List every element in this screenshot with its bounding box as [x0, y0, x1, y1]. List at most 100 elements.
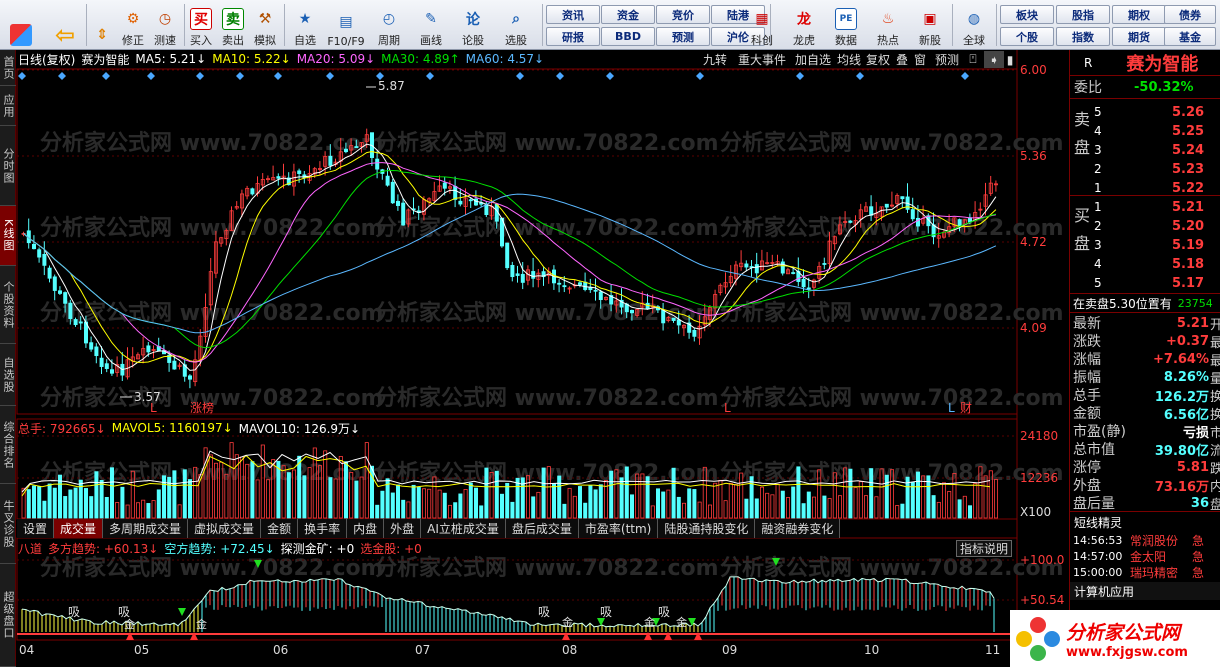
event-diamond-icon: [326, 72, 334, 80]
volume-bar: [754, 498, 759, 519]
forecast-chart-button[interactable]: 预测: [932, 51, 962, 68]
kline-chart-canvas[interactable]: 分析家公式网 www.70822.com 分析家公式网 www.70822.com…: [0, 0, 1220, 667]
buy-level-row[interactable]: 3 5.19: [1070, 235, 1220, 255]
subtab-turnover[interactable]: 换手率: [298, 519, 348, 538]
overlay-button[interactable]: 叠: [894, 51, 910, 68]
watermark-text: 分析家公式网 www.70822.com: [375, 300, 719, 326]
candle-body: [42, 253, 47, 266]
sell-level-row[interactable]: 3 5.24: [1070, 140, 1220, 160]
stat-extra: 流: [1210, 443, 1220, 459]
quote-stock-name: 赛为智能: [1126, 54, 1199, 75]
volume-bar: [411, 484, 416, 519]
stat-label: 总市值: [1073, 442, 1115, 458]
volume-bar: [624, 466, 629, 519]
stat-value: 8.26%: [1163, 369, 1209, 385]
weibi-row: 委比 -50.32%: [1070, 77, 1220, 97]
volume-bar: [463, 489, 468, 519]
watermark-text: 分析家公式网 www.70822.com: [375, 460, 719, 486]
candle-body: [754, 264, 759, 274]
buy-level-row[interactable]: 5 5.17: [1070, 273, 1220, 293]
subtab-multi-period-volume[interactable]: 多周期成交量: [103, 519, 189, 538]
vol-axis-label-1: 24180: [1020, 429, 1058, 443]
vol-axis-unit: X100: [1020, 505, 1051, 519]
candle-body: [692, 329, 697, 337]
subtab-outer[interactable]: 外盘: [384, 519, 422, 538]
volume-bar: [786, 497, 791, 519]
subtab-settings[interactable]: 设置: [17, 519, 55, 538]
sell-level-row[interactable]: 4 5.25: [1070, 121, 1220, 141]
volume-bar: [650, 505, 655, 519]
subtab-volume[interactable]: 成交量: [54, 519, 104, 538]
candle-body: [661, 309, 666, 324]
subtab-inner[interactable]: 内盘: [347, 519, 385, 538]
ind-label-9: 吸: [658, 605, 670, 619]
stat-row: 市盈(静) 亏损市: [1070, 422, 1220, 441]
marker-zhangbang: 涨榜: [190, 400, 214, 415]
sell-level-price: 5.23: [1172, 161, 1205, 177]
side-panel-toggle-icon[interactable]: ▮: [1004, 51, 1016, 68]
stat-label: 最新: [1073, 316, 1101, 332]
volume-bar: [453, 502, 458, 519]
volume-bar: [94, 471, 99, 519]
jiuzhuan-button[interactable]: 九转: [700, 51, 730, 68]
calc-title[interactable]: 计算机应用: [1070, 582, 1220, 600]
short-term-title[interactable]: 短线精灵: [1070, 513, 1220, 531]
stat-label: 市盈(静): [1073, 424, 1126, 440]
volume-bar: [692, 489, 697, 519]
ma10-line: [23, 150, 997, 363]
major-events-button[interactable]: 重大事件: [734, 51, 790, 68]
short-term-item[interactable]: 15:00:00 瑞玛精密急: [1070, 564, 1220, 580]
subtab-after-hours-volume[interactable]: 盘后成交量: [505, 519, 579, 538]
ind-label-7: 吸: [600, 605, 612, 619]
subtab-virtual-volume[interactable]: 虚拟成交量: [188, 519, 262, 538]
candle-body: [791, 272, 796, 274]
short-term-item[interactable]: 14:56:53 常润股份急: [1070, 532, 1220, 548]
buy-level-row[interactable]: 2 5.20: [1070, 216, 1220, 236]
watermark-text: 分析家公式网 www.70822.com: [375, 555, 719, 581]
volume-bar: [458, 493, 463, 519]
volume-bar: [468, 482, 473, 519]
volume-bar: [936, 501, 941, 519]
candle-body: [110, 369, 115, 374]
short-term-item[interactable]: 14:57:00 金太阳 急: [1070, 548, 1220, 564]
calc-title-text: 计算机应用: [1074, 584, 1135, 599]
month-label-04: 04: [19, 643, 34, 657]
ind-axis-label-2: +50.54: [1020, 593, 1064, 607]
candle-body: [484, 204, 489, 216]
candle-body: [578, 282, 583, 285]
buy-level-row[interactable]: 4 5.18: [1070, 254, 1220, 274]
subtab-ai-volume[interactable]: AI立桩成交量: [421, 519, 506, 538]
stat-row: 涨幅 +7.64% 最: [1070, 350, 1220, 369]
expand-arrow-icon[interactable]: ➧: [984, 51, 1004, 68]
candle-body: [172, 360, 177, 370]
volume-bar: [791, 486, 796, 519]
subtab-northbound-holdings[interactable]: 陆股通持股变化: [658, 519, 756, 538]
watermark-text: 分析家公式网 www.70822.com: [375, 385, 719, 411]
candle-body: [442, 182, 447, 189]
total-volume-text: 总手: 792665↓: [18, 421, 106, 436]
event-diamond-icon: [18, 72, 26, 80]
buy-level-price: 5.20: [1172, 218, 1205, 234]
add-watchlist-button[interactable]: 加自选: [792, 51, 834, 68]
candle-body: [557, 282, 562, 285]
subtab-amount[interactable]: 金额: [261, 519, 299, 538]
indicator-help-button[interactable]: 指标说明: [956, 540, 1012, 557]
volume-bar: [146, 503, 151, 519]
short-item-tag: 急: [1192, 565, 1205, 580]
candle-body: [822, 263, 827, 265]
buy-level-row[interactable]: 1 5.21: [1070, 197, 1220, 217]
lock-icon[interactable]: ⍞: [966, 51, 980, 68]
volume-bar: [562, 503, 567, 519]
window-button[interactable]: 窗: [912, 51, 928, 68]
ma-button[interactable]: 均线: [835, 51, 863, 68]
stat-value: 36: [1190, 495, 1209, 511]
subtab-margin[interactable]: 融资融券变化: [755, 519, 841, 538]
volume-bar: [822, 495, 827, 519]
subtab-pe-ttm[interactable]: 市盈率(ttm): [578, 519, 659, 538]
adjust-button[interactable]: 复权: [864, 51, 892, 68]
volume-bar: [848, 468, 853, 519]
sell-level-row[interactable]: 2 5.23: [1070, 159, 1220, 179]
bull-trend-text: 多方趋势: +60.13↓: [48, 541, 159, 556]
ind-label-8: 金: [644, 615, 655, 629]
sell-level-row[interactable]: 5 5.26: [1070, 102, 1220, 122]
